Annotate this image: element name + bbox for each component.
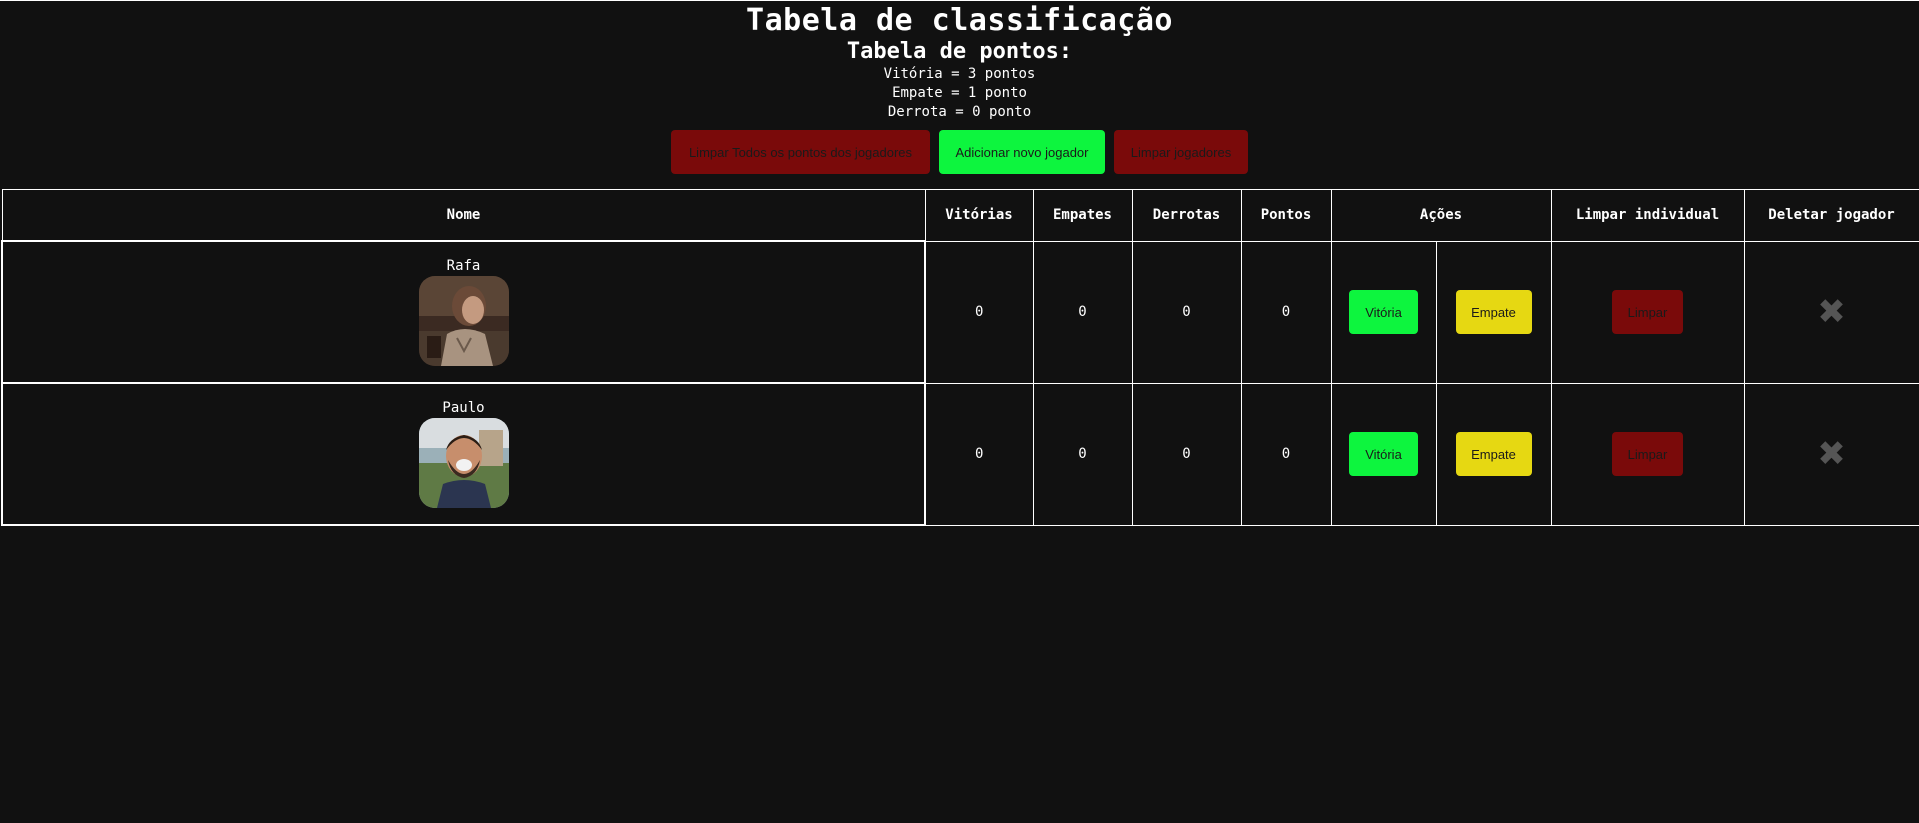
column-header-delete-player: Deletar jogador — [1743, 189, 1919, 242]
draw-action-cell: Empate — [1435, 382, 1552, 526]
player-avatar — [418, 418, 509, 508]
page-title: Tabela de classificação — [746, 3, 1173, 38]
player-name: Paulo — [442, 400, 485, 416]
draws-cell: 0 — [1032, 240, 1133, 384]
delete-player-cell: ✖ — [1743, 382, 1919, 526]
column-header-losses: Derrotas — [1131, 189, 1242, 242]
clear-individual-button[interactable]: Limpar — [1612, 432, 1683, 476]
points-cell: 0 — [1240, 382, 1332, 526]
losses-cell: 0 — [1131, 382, 1242, 526]
delete-player-icon[interactable]: ✖ — [1817, 292, 1846, 332]
draw-button[interactable]: Empate — [1455, 432, 1532, 476]
table-row: Paulo 0 0 0 0 Vitória Empate Limpar ✖ — [1, 382, 1919, 526]
player-name-cell: Rafa — [1, 240, 926, 384]
win-action-cell: Vitória — [1330, 382, 1437, 526]
points-cell: 0 — [1240, 240, 1332, 384]
wins-cell: 0 — [924, 240, 1034, 384]
rule-loss: Derrota = 0 ponto — [887, 104, 1032, 120]
win-button[interactable]: Vitória — [1349, 290, 1418, 334]
column-header-draws: Empates — [1032, 189, 1133, 242]
delete-player-cell: ✖ — [1743, 240, 1919, 384]
toolbar: Limpar Todos os pontos dos jogadores Adi… — [0, 130, 1919, 174]
page: Tabela de classificação Tabela de pontos… — [0, 0, 1919, 823]
rule-draw: Empate = 1 ponto — [892, 85, 1027, 101]
clear-individual-cell: Limpar — [1550, 382, 1745, 526]
player-name-cell: Paulo — [1, 382, 926, 526]
leaderboard-table-wrap: Nome Vitórias Empates Derrotas Pontos Aç… — [1, 189, 1919, 526]
points-table-title: Tabela de pontos: — [846, 39, 1073, 64]
clear-all-points-button[interactable]: Limpar Todos os pontos dos jogadores — [671, 130, 930, 174]
clear-individual-cell: Limpar — [1550, 240, 1745, 384]
losses-cell: 0 — [1131, 240, 1242, 384]
leaderboard-table: Nome Vitórias Empates Derrotas Pontos Aç… — [1, 189, 1919, 526]
column-header-name: Nome — [1, 189, 926, 242]
win-action-cell: Vitória — [1330, 240, 1437, 384]
clear-players-button[interactable]: Limpar jogadores — [1114, 130, 1248, 174]
table-row: Rafa 0 0 0 0 Vitória Empate Limpar ✖ — [1, 240, 1919, 384]
avatar-photo-icon — [418, 418, 509, 508]
clear-individual-button[interactable]: Limpar — [1612, 290, 1683, 334]
column-header-clear-individual: Limpar individual — [1550, 189, 1745, 242]
delete-player-icon[interactable]: ✖ — [1817, 434, 1846, 474]
win-button[interactable]: Vitória — [1349, 432, 1418, 476]
player-avatar — [418, 276, 509, 366]
avatar-photo-icon — [418, 276, 509, 366]
column-header-actions: Ações — [1330, 189, 1552, 242]
draw-button[interactable]: Empate — [1455, 290, 1532, 334]
column-header-points: Pontos — [1240, 189, 1332, 242]
header: Tabela de classificação Tabela de pontos… — [0, 1, 1919, 174]
rule-win: Vitória = 3 pontos — [883, 66, 1036, 82]
player-name: Rafa — [446, 258, 481, 274]
draws-cell: 0 — [1032, 382, 1133, 526]
table-header-row: Nome Vitórias Empates Derrotas Pontos Aç… — [1, 189, 1919, 242]
column-header-wins: Vitórias — [924, 189, 1034, 242]
wins-cell: 0 — [924, 382, 1034, 526]
draw-action-cell: Empate — [1435, 240, 1552, 384]
add-player-button[interactable]: Adicionar novo jogador — [939, 130, 1105, 174]
